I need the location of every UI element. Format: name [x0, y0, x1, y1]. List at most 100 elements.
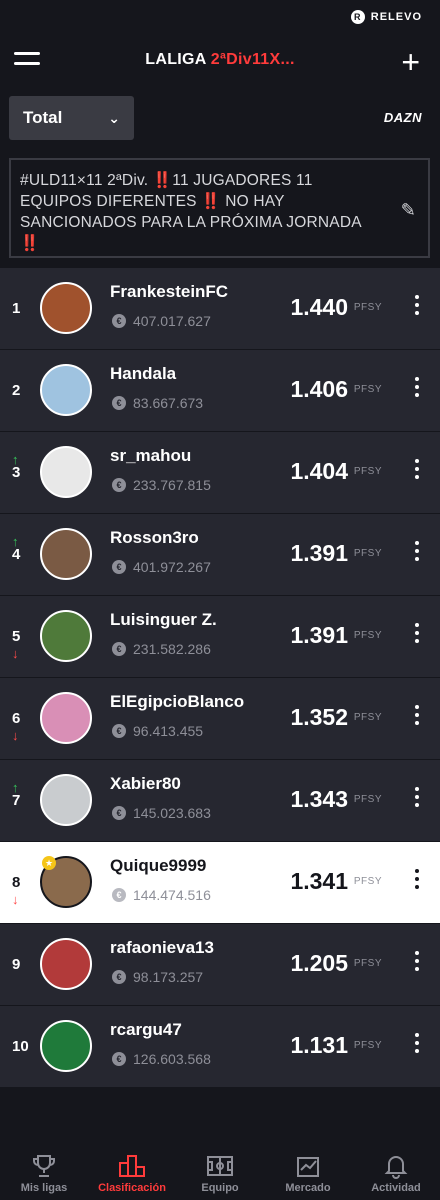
- ranking-row[interactable]: ↓ 8 ★ Quique9999 €144.474.516 1.341 PFSY: [0, 842, 440, 923]
- tab-podium[interactable]: Clasificación: [88, 1140, 176, 1200]
- tab-label: Clasificación: [98, 1182, 166, 1194]
- rank-number: 4: [12, 546, 21, 563]
- ranking-row[interactable]: ↑ 4 Rosson3ro €401.972.267 1.391 PFSY: [0, 514, 440, 595]
- points: 1.406: [290, 376, 348, 402]
- team-name: rafaonieva13: [110, 938, 214, 957]
- app-header: LALIGA 2ªDiv11X... +: [0, 34, 440, 86]
- team-value-label: 98.173.257: [133, 969, 204, 985]
- points: 1.440: [290, 294, 348, 320]
- star-badge-icon: ★: [42, 856, 56, 870]
- brand-label: RELEVO: [370, 11, 422, 23]
- notice-text: #ULD11×11 2ªDiv. ‼️11 JUGADORES 11 EQUIP…: [20, 172, 361, 252]
- ranking-row[interactable]: ↓ 5 Luisinguer Z. €231.582.286 1.391 PFSY: [0, 596, 440, 677]
- points-unit: PFSY: [353, 958, 382, 969]
- coin-icon: €: [112, 806, 126, 820]
- tab-trophy[interactable]: Mis ligas: [0, 1140, 88, 1200]
- points-unit: PFSY: [353, 876, 382, 887]
- ranking-row[interactable]: ↑ 7 Xabier80 €145.023.683 1.343 PFSY: [0, 760, 440, 841]
- coin-icon: €: [112, 970, 126, 984]
- more-options-icon[interactable]: [414, 377, 420, 397]
- ranking-type-select[interactable]: Total ⌄: [9, 96, 134, 140]
- avatar[interactable]: [40, 528, 92, 580]
- more-options-icon[interactable]: [414, 787, 420, 807]
- avatar[interactable]: [40, 364, 92, 416]
- tab-label: Mis ligas: [20, 1182, 68, 1194]
- coin-icon: €: [112, 314, 126, 328]
- more-options-icon[interactable]: [414, 705, 420, 725]
- rank-number: 2: [12, 382, 21, 399]
- pitch-icon: [206, 1152, 234, 1180]
- coin-icon: €: [112, 888, 126, 902]
- team-value-label: 407.017.627: [133, 313, 211, 329]
- league-title[interactable]: LALIGA 2ªDiv11X...: [145, 51, 294, 69]
- league-notice: #ULD11×11 2ªDiv. ‼️11 JUGADORES 11 EQUIP…: [9, 158, 430, 258]
- coin-icon: €: [112, 642, 126, 656]
- points: 1.341: [290, 868, 348, 894]
- team-value-label: 233.767.815: [133, 477, 211, 493]
- points: 1.343: [290, 786, 348, 812]
- avatar[interactable]: [40, 692, 92, 744]
- rank-number: 6: [12, 710, 21, 727]
- add-icon[interactable]: +: [401, 46, 420, 78]
- more-options-icon[interactable]: [414, 295, 420, 315]
- rank-number: 5: [12, 628, 21, 645]
- avatar[interactable]: [40, 938, 92, 990]
- avatar[interactable]: [40, 774, 92, 826]
- market-icon: [295, 1152, 321, 1180]
- trend-down-icon: ↓: [12, 892, 19, 907]
- edit-pencil-icon[interactable]: ✎: [401, 200, 416, 221]
- coin-icon: €: [112, 560, 126, 574]
- ranking-row[interactable]: 9 rafaonieva13 €98.173.257 1.205 PFSY: [0, 924, 440, 1005]
- more-options-icon[interactable]: [414, 459, 420, 479]
- ranking-row[interactable]: 10 rcargu47 €126.603.568 1.131 PFSY: [0, 1006, 440, 1087]
- ranking-row[interactable]: 1 FrankesteinFC €407.017.627 1.440 PFSY: [0, 268, 440, 349]
- team-value-label: 83.667.673: [133, 395, 204, 411]
- ranking-row[interactable]: ↓ 6 ElEgipcioBlanco €96.413.455 1.352 PFSY: [0, 678, 440, 759]
- coin-icon: €: [112, 478, 126, 492]
- coin-icon: €: [112, 724, 126, 738]
- team-name: FrankesteinFC: [110, 282, 229, 301]
- ranking-row[interactable]: ↑ 3 sr_mahou €233.767.815 1.404 PFSY: [0, 432, 440, 513]
- points: 1.205: [290, 950, 348, 976]
- tab-market[interactable]: Mercado: [264, 1140, 352, 1200]
- points-unit: PFSY: [353, 384, 382, 395]
- avatar[interactable]: [40, 446, 92, 498]
- team-value: €401.972.267: [112, 559, 211, 575]
- tab-pitch[interactable]: Equipo: [176, 1140, 264, 1200]
- avatar[interactable]: [40, 1020, 92, 1072]
- league-title-main: LALIGA: [145, 51, 211, 68]
- team-value-label: 231.582.286: [133, 641, 211, 657]
- team-value-label: 144.474.516: [133, 887, 211, 903]
- select-value: Total: [23, 108, 63, 127]
- more-options-icon[interactable]: [414, 869, 420, 889]
- points-unit: PFSY: [353, 466, 382, 477]
- team-value: €83.667.673: [112, 395, 203, 411]
- chevron-down-icon: ⌄: [108, 109, 120, 126]
- team-value: €98.173.257: [112, 969, 203, 985]
- team-name: ElEgipcioBlanco: [110, 692, 245, 711]
- relevo-logo-icon: R: [350, 10, 365, 24]
- ranking-row[interactable]: 2 Handala €83.667.673 1.406 PFSY: [0, 350, 440, 431]
- ranking-list: 1 FrankesteinFC €407.017.627 1.440 PFSY 2 Hand…: [0, 268, 440, 1088]
- avatar[interactable]: [40, 610, 92, 662]
- team-value: €126.603.568: [112, 1051, 211, 1067]
- points-unit: PFSY: [353, 548, 382, 559]
- avatar[interactable]: [40, 282, 92, 334]
- points-unit: PFSY: [353, 1040, 382, 1051]
- coin-icon: €: [112, 1052, 126, 1066]
- more-options-icon[interactable]: [414, 623, 420, 643]
- tab-bell[interactable]: Actividad: [352, 1140, 440, 1200]
- team-value-label: 145.023.683: [133, 805, 211, 821]
- more-options-icon[interactable]: [414, 1033, 420, 1053]
- bell-icon: [383, 1152, 409, 1180]
- tab-label: Actividad: [371, 1182, 421, 1194]
- rank-number: 3: [12, 464, 21, 481]
- points: 1.352: [290, 704, 348, 730]
- more-options-icon[interactable]: [414, 541, 420, 561]
- menu-icon[interactable]: [14, 52, 40, 70]
- more-options-icon[interactable]: [414, 951, 420, 971]
- tab-label: Equipo: [201, 1182, 239, 1194]
- team-value-label: 126.603.568: [133, 1051, 211, 1067]
- coin-icon: €: [112, 396, 126, 410]
- rank-number: 9: [12, 956, 21, 973]
